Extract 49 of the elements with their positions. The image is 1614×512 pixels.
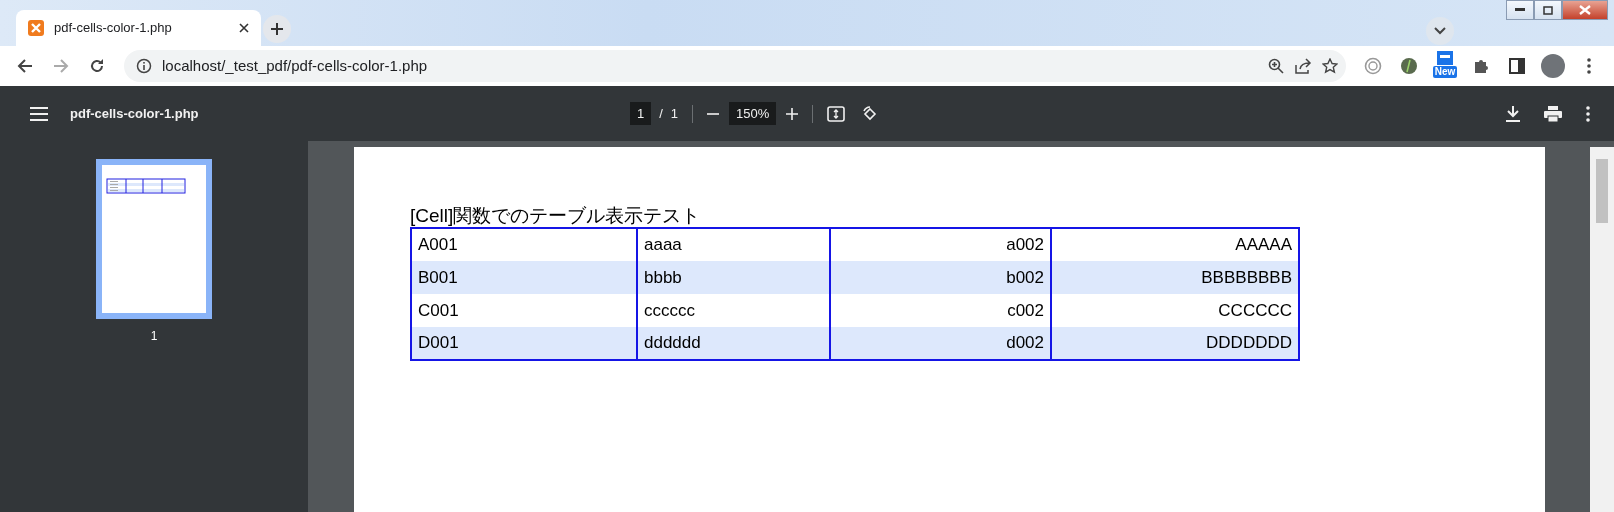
more-icon[interactable]: [1586, 105, 1590, 122]
scrollbar[interactable]: [1590, 147, 1614, 512]
star-icon[interactable]: [1322, 58, 1338, 74]
address-bar[interactable]: localhost/_test_pdf/pdf-cells-color-1.php: [124, 50, 1346, 82]
chevron-down-icon[interactable]: [1434, 27, 1446, 35]
new-badge: New: [1432, 66, 1458, 78]
reload-icon[interactable]: [89, 58, 105, 74]
maximize-icon[interactable]: [1543, 5, 1553, 15]
puzzle-piece-icon[interactable]: [1472, 57, 1490, 75]
table-cell: d002: [830, 327, 1051, 360]
new-tab-button[interactable]: [263, 15, 291, 43]
plus-icon[interactable]: [270, 22, 284, 36]
page-number-field[interactable]: 1: [630, 101, 652, 126]
table-cell: DDDDDDD: [1051, 327, 1299, 360]
document-title: pdf-cells-color-1.php: [70, 104, 200, 123]
table-cell: D001: [411, 327, 637, 360]
info-icon[interactable]: [136, 58, 152, 74]
more-icon[interactable]: [1587, 58, 1591, 74]
table-cell: B001: [411, 261, 637, 294]
close-icon[interactable]: [239, 23, 249, 33]
zoom-in-icon[interactable]: [786, 107, 799, 120]
minimize-button[interactable]: [1506, 0, 1534, 20]
tab-search-button[interactable]: [1426, 17, 1454, 45]
page-thumbnail[interactable]: [96, 159, 212, 319]
download-icon[interactable]: [1506, 105, 1520, 122]
table-cell: bbbb: [637, 261, 830, 294]
extension-icon[interactable]: [1437, 51, 1453, 65]
close-button[interactable]: [1562, 0, 1608, 20]
document-heading: [Cell]関数でのテーブル表示テスト: [410, 205, 702, 227]
share-icon[interactable]: [1294, 58, 1312, 74]
side-panel-icon[interactable]: [1509, 58, 1525, 74]
page-separator: /: [659, 104, 663, 123]
zoom-icon[interactable]: [1268, 58, 1284, 74]
print-icon[interactable]: [1544, 105, 1562, 122]
extension-icon[interactable]: [1400, 57, 1418, 75]
fit-page-icon[interactable]: [827, 105, 846, 122]
menu-icon[interactable]: [30, 106, 48, 121]
site-icon: [28, 20, 44, 36]
page-count: 1: [670, 104, 679, 123]
back-arrow-icon[interactable]: [17, 58, 33, 74]
table-cell: BBBBBBBB: [1051, 261, 1299, 294]
table-cell: b002: [830, 261, 1051, 294]
extension-icon[interactable]: [1364, 57, 1382, 75]
zoom-field[interactable]: 150%: [729, 101, 777, 126]
table-cell: dddddd: [637, 327, 830, 360]
minimize-icon[interactable]: [1515, 8, 1525, 12]
maximize-button[interactable]: [1534, 0, 1562, 20]
page-label: 1: [150, 328, 158, 345]
browser-tab[interactable]: pdf-cells-color-1.php: [16, 10, 261, 46]
